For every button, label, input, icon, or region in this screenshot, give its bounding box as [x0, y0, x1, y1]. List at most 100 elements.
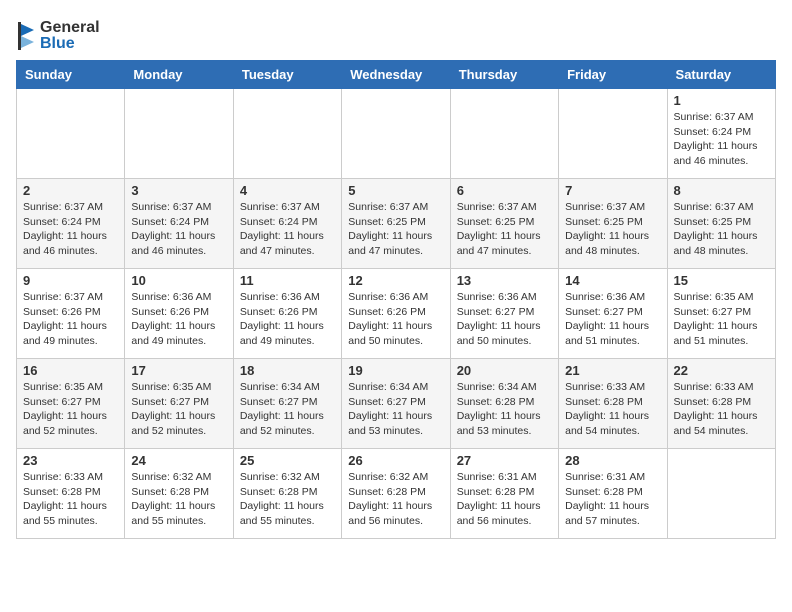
day-number: 23	[23, 453, 118, 468]
day-info: Sunrise: 6:32 AM Sunset: 6:28 PM Dayligh…	[348, 470, 443, 529]
day-info: Sunrise: 6:32 AM Sunset: 6:28 PM Dayligh…	[240, 470, 335, 529]
calendar-header-monday: Monday	[125, 61, 233, 89]
calendar-cell	[559, 89, 667, 179]
calendar-week-2: 2 Sunrise: 6:37 AM Sunset: 6:24 PM Daylig…	[17, 179, 776, 269]
calendar-header-saturday: Saturday	[667, 61, 775, 89]
day-number: 17	[131, 363, 226, 378]
day-info: Sunrise: 6:37 AM Sunset: 6:25 PM Dayligh…	[348, 200, 443, 259]
day-info: Sunrise: 6:37 AM Sunset: 6:25 PM Dayligh…	[457, 200, 552, 259]
calendar-cell: 20 Sunrise: 6:34 AM Sunset: 6:28 PM Dayli…	[450, 359, 558, 449]
day-number: 7	[565, 183, 660, 198]
day-info: Sunrise: 6:34 AM Sunset: 6:27 PM Dayligh…	[240, 380, 335, 439]
logo-pennant-icon	[16, 22, 36, 50]
calendar-cell	[125, 89, 233, 179]
calendar-cell: 21Sunrise: 6:33 AM Sunset: 6:28 PM Dayli…	[559, 359, 667, 449]
calendar-cell: 22Sunrise: 6:33 AM Sunset: 6:28 PM Dayli…	[667, 359, 775, 449]
calendar-cell	[342, 89, 450, 179]
calendar-cell: 25Sunrise: 6:32 AM Sunset: 6:28 PM Dayli…	[233, 449, 341, 539]
logo-text-general: General	[40, 20, 100, 36]
calendar-week-1: 1 Sunrise: 6:37 AM Sunset: 6:24 PM Daylig…	[17, 89, 776, 179]
day-info: Sunrise: 6:32 AM Sunset: 6:28 PM Dayligh…	[131, 470, 226, 529]
day-number: 2	[23, 183, 118, 198]
calendar-cell	[233, 89, 341, 179]
calendar-header-sunday: Sunday	[17, 61, 125, 89]
calendar-cell: 28 Sunrise: 6:31 AM Sunset: 6:28 PM Dayli…	[559, 449, 667, 539]
calendar-cell: 15 Sunrise: 6:35 AM Sunset: 6:27 PM Dayli…	[667, 269, 775, 359]
day-number: 12	[348, 273, 443, 288]
day-info: Sunrise: 6:36 AM Sunset: 6:26 PM Dayligh…	[131, 290, 226, 349]
calendar-cell: 17 Sunrise: 6:35 AM Sunset: 6:27 PM Dayli…	[125, 359, 233, 449]
calendar-week-5: 23 Sunrise: 6:33 AM Sunset: 6:28 PM Dayli…	[17, 449, 776, 539]
day-number: 14	[565, 273, 660, 288]
day-info: Sunrise: 6:36 AM Sunset: 6:26 PM Dayligh…	[348, 290, 443, 349]
day-info: Sunrise: 6:37 AM Sunset: 6:25 PM Dayligh…	[565, 200, 660, 259]
calendar-cell: 3 Sunrise: 6:37 AM Sunset: 6:24 PM Daylig…	[125, 179, 233, 269]
calendar-week-3: 9Sunrise: 6:37 AM Sunset: 6:26 PM Daylig…	[17, 269, 776, 359]
logo: General Blue	[16, 16, 100, 52]
calendar-week-4: 16 Sunrise: 6:35 AM Sunset: 6:27 PM Dayli…	[17, 359, 776, 449]
logo-texts: General Blue	[40, 20, 100, 52]
day-number: 24	[131, 453, 226, 468]
day-info: Sunrise: 6:37 AM Sunset: 6:24 PM Dayligh…	[131, 200, 226, 259]
calendar-cell: 2 Sunrise: 6:37 AM Sunset: 6:24 PM Daylig…	[17, 179, 125, 269]
day-number: 19	[348, 363, 443, 378]
calendar-cell: 24 Sunrise: 6:32 AM Sunset: 6:28 PM Dayli…	[125, 449, 233, 539]
calendar-cell: 6 Sunrise: 6:37 AM Sunset: 6:25 PM Daylig…	[450, 179, 558, 269]
calendar-table: SundayMondayTuesdayWednesdayThursdayFrid…	[16, 60, 776, 539]
calendar-cell: 14 Sunrise: 6:36 AM Sunset: 6:27 PM Dayli…	[559, 269, 667, 359]
day-info: Sunrise: 6:34 AM Sunset: 6:27 PM Dayligh…	[348, 380, 443, 439]
day-info: Sunrise: 6:33 AM Sunset: 6:28 PM Dayligh…	[23, 470, 118, 529]
day-number: 6	[457, 183, 552, 198]
day-info: Sunrise: 6:33 AM Sunset: 6:28 PM Dayligh…	[674, 380, 769, 439]
day-info: Sunrise: 6:37 AM Sunset: 6:24 PM Dayligh…	[240, 200, 335, 259]
day-info: Sunrise: 6:37 AM Sunset: 6:25 PM Dayligh…	[674, 200, 769, 259]
day-number: 4	[240, 183, 335, 198]
day-number: 11	[240, 273, 335, 288]
calendar-header-thursday: Thursday	[450, 61, 558, 89]
calendar-header-wednesday: Wednesday	[342, 61, 450, 89]
day-number: 1	[674, 93, 769, 108]
calendar-cell: 16 Sunrise: 6:35 AM Sunset: 6:27 PM Dayli…	[17, 359, 125, 449]
day-number: 15	[674, 273, 769, 288]
day-info: Sunrise: 6:36 AM Sunset: 6:27 PM Dayligh…	[457, 290, 552, 349]
calendar-cell: 8 Sunrise: 6:37 AM Sunset: 6:25 PM Daylig…	[667, 179, 775, 269]
day-info: Sunrise: 6:37 AM Sunset: 6:24 PM Dayligh…	[674, 110, 769, 169]
day-number: 13	[457, 273, 552, 288]
page-header: General Blue	[16, 16, 776, 52]
day-number: 28	[565, 453, 660, 468]
day-number: 16	[23, 363, 118, 378]
calendar-cell: 1 Sunrise: 6:37 AM Sunset: 6:24 PM Daylig…	[667, 89, 775, 179]
day-info: Sunrise: 6:31 AM Sunset: 6:28 PM Dayligh…	[565, 470, 660, 529]
calendar-cell	[450, 89, 558, 179]
day-info: Sunrise: 6:35 AM Sunset: 6:27 PM Dayligh…	[23, 380, 118, 439]
day-info: Sunrise: 6:36 AM Sunset: 6:26 PM Dayligh…	[240, 290, 335, 349]
day-number: 20	[457, 363, 552, 378]
day-info: Sunrise: 6:35 AM Sunset: 6:27 PM Dayligh…	[674, 290, 769, 349]
calendar-cell: 5Sunrise: 6:37 AM Sunset: 6:25 PM Daylig…	[342, 179, 450, 269]
calendar-cell: 4 Sunrise: 6:37 AM Sunset: 6:24 PM Daylig…	[233, 179, 341, 269]
day-number: 18	[240, 363, 335, 378]
calendar-cell: 9Sunrise: 6:37 AM Sunset: 6:26 PM Daylig…	[17, 269, 125, 359]
calendar-cell: 23 Sunrise: 6:33 AM Sunset: 6:28 PM Dayli…	[17, 449, 125, 539]
day-info: Sunrise: 6:35 AM Sunset: 6:27 PM Dayligh…	[131, 380, 226, 439]
calendar-cell: 26Sunrise: 6:32 AM Sunset: 6:28 PM Dayli…	[342, 449, 450, 539]
calendar-cell: 13 Sunrise: 6:36 AM Sunset: 6:27 PM Dayli…	[450, 269, 558, 359]
logo-text-blue: Blue	[40, 36, 100, 52]
day-number: 21	[565, 363, 660, 378]
calendar-cell: 10 Sunrise: 6:36 AM Sunset: 6:26 PM Dayli…	[125, 269, 233, 359]
calendar-cell: 12 Sunrise: 6:36 AM Sunset: 6:26 PM Dayli…	[342, 269, 450, 359]
calendar-cell: 7 Sunrise: 6:37 AM Sunset: 6:25 PM Daylig…	[559, 179, 667, 269]
day-info: Sunrise: 6:36 AM Sunset: 6:27 PM Dayligh…	[565, 290, 660, 349]
calendar-cell	[667, 449, 775, 539]
logo-wrapper: General Blue	[16, 20, 100, 52]
day-info: Sunrise: 6:34 AM Sunset: 6:28 PM Dayligh…	[457, 380, 552, 439]
day-number: 3	[131, 183, 226, 198]
calendar-header-friday: Friday	[559, 61, 667, 89]
day-info: Sunrise: 6:37 AM Sunset: 6:26 PM Dayligh…	[23, 290, 118, 349]
day-number: 27	[457, 453, 552, 468]
day-info: Sunrise: 6:37 AM Sunset: 6:24 PM Dayligh…	[23, 200, 118, 259]
day-number: 10	[131, 273, 226, 288]
calendar-header-row: SundayMondayTuesdayWednesdayThursdayFrid…	[17, 61, 776, 89]
day-info: Sunrise: 6:31 AM Sunset: 6:28 PM Dayligh…	[457, 470, 552, 529]
day-number: 8	[674, 183, 769, 198]
